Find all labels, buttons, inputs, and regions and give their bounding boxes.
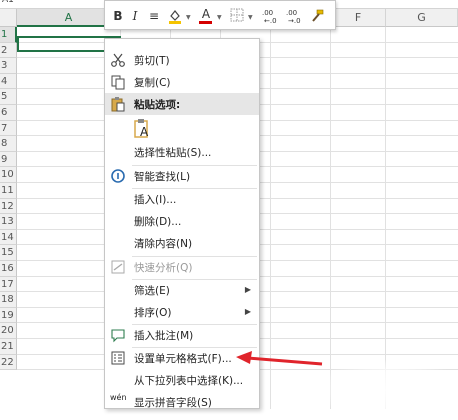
menu-item-paste-options: 粘贴选项: bbox=[105, 93, 259, 115]
menu-item-paste-special[interactable]: 选择性粘贴(S)... bbox=[105, 141, 259, 163]
menu-item-copy[interactable]: 复制(C) bbox=[105, 71, 259, 93]
menu-label-clear-contents: 清除内容(N) bbox=[134, 238, 193, 250]
format-cells-icon bbox=[111, 351, 125, 365]
gridline bbox=[385, 27, 386, 409]
watermark-glow bbox=[320, 360, 458, 420]
column-header-f[interactable]: F bbox=[331, 9, 386, 27]
row-header-7[interactable]: 7 bbox=[0, 120, 17, 137]
svg-text:←.0: ←.0 bbox=[264, 17, 277, 24]
copy-icon bbox=[111, 75, 125, 90]
svg-text:→.0: →.0 bbox=[288, 17, 301, 24]
row-header-18[interactable]: 18 bbox=[0, 292, 17, 308]
menu-item-sort[interactable]: 排序(O) ▶ bbox=[105, 301, 259, 323]
menu-label-insert-comment: 插入批注(M) bbox=[134, 330, 194, 342]
row-header-22[interactable]: 22 bbox=[0, 354, 17, 371]
menu-item-smart-lookup[interactable]: 智能查找(L) bbox=[105, 165, 259, 187]
menu-label-sort: 排序(O) bbox=[134, 307, 172, 319]
menu-label-phonetic: 显示拼音字段(S) bbox=[134, 397, 212, 409]
gridline bbox=[330, 27, 331, 409]
font-color-bar bbox=[199, 21, 212, 24]
quick-analysis-icon bbox=[111, 260, 125, 274]
menu-item-cut[interactable]: 剪切(T) bbox=[105, 49, 259, 71]
svg-text:.00: .00 bbox=[286, 9, 297, 17]
decrease-decimal-button[interactable]: .00 →.0 bbox=[285, 8, 303, 25]
row-header-15[interactable]: 15 bbox=[0, 245, 17, 261]
row-header-2[interactable]: 2 bbox=[0, 42, 17, 59]
menu-label-filter: 筛选(E) bbox=[134, 285, 170, 297]
row-header-13[interactable]: 13 bbox=[0, 214, 17, 230]
mini-toolbar: B I ≡ ▼ A ▼ ▼ .00 ←.0 .00 →.0 bbox=[104, 0, 336, 30]
menu-label-pick-from-list: 从下拉列表中选择(K)... bbox=[134, 375, 244, 387]
menu-item-quick-analysis: 快速分析(Q) bbox=[105, 256, 259, 278]
column-header-g[interactable]: G bbox=[386, 9, 458, 27]
menu-label-paste-special: 选择性粘贴(S)... bbox=[134, 147, 212, 159]
borders-icon bbox=[230, 8, 244, 22]
italic-button[interactable]: I bbox=[129, 8, 141, 24]
borders-button[interactable] bbox=[229, 8, 245, 24]
row-header-6[interactable]: 6 bbox=[0, 105, 17, 121]
phonetic-icon-text: wén bbox=[110, 393, 127, 402]
paste-values-button[interactable]: A bbox=[132, 117, 152, 141]
menu-label-cut: 剪切(T) bbox=[134, 55, 170, 67]
row-header-20[interactable]: 20 bbox=[0, 323, 17, 339]
menu-label-insert: 插入(I)... bbox=[134, 194, 177, 206]
row-header-9[interactable]: 9 bbox=[0, 151, 17, 168]
menu-item-clear-contents[interactable]: 清除内容(N) bbox=[105, 232, 259, 254]
row-header-12[interactable]: 12 bbox=[0, 198, 17, 215]
row-header-8[interactable]: 8 bbox=[0, 136, 17, 152]
name-box-value: A1 bbox=[2, 0, 14, 5]
row-header-17[interactable]: 17 bbox=[0, 276, 17, 293]
row-header-4[interactable]: 4 bbox=[0, 73, 17, 90]
increase-decimal-button[interactable]: .00 ←.0 bbox=[261, 8, 279, 25]
format-painter-icon bbox=[312, 9, 324, 22]
paste-icon bbox=[111, 97, 125, 112]
annotation-arrow bbox=[236, 351, 323, 366]
menu-label-copy: 复制(C) bbox=[134, 77, 171, 89]
svg-text:.00: .00 bbox=[262, 9, 273, 17]
row-header-1[interactable]: 1 bbox=[0, 27, 17, 43]
fill-color-button[interactable] bbox=[167, 8, 183, 24]
bold-button[interactable]: B bbox=[111, 8, 125, 24]
menu-label-delete: 删除(D)... bbox=[134, 216, 182, 228]
row-header-16[interactable]: 16 bbox=[0, 261, 17, 277]
scissors-icon bbox=[111, 53, 125, 67]
menu-item-filter[interactable]: 筛选(E) ▶ bbox=[105, 279, 259, 301]
menu-label-smart-lookup: 智能查找(L) bbox=[134, 171, 191, 183]
menu-item-insert-comment[interactable]: 插入批注(M) bbox=[105, 324, 259, 346]
increase-decimal-icon: .00 ←.0 bbox=[262, 9, 277, 25]
row-header-21[interactable]: 21 bbox=[0, 339, 17, 355]
row-header-5[interactable]: 5 bbox=[0, 89, 17, 105]
submenu-arrow-icon: ▶ bbox=[244, 285, 251, 294]
format-painter-button[interactable] bbox=[309, 8, 325, 24]
font-color-dropdown-icon[interactable]: ▼ bbox=[217, 14, 222, 21]
fill-bucket-icon bbox=[169, 10, 181, 24]
row-header-14[interactable]: 14 bbox=[0, 229, 17, 246]
menu-label-format-cells: 设置单元格格式(F)... bbox=[134, 353, 232, 365]
row-header-11[interactable]: 11 bbox=[0, 183, 17, 199]
font-color-button[interactable]: A bbox=[199, 8, 213, 24]
phonetic-icon: wén bbox=[110, 393, 127, 410]
borders-dropdown-icon[interactable]: ▼ bbox=[248, 14, 253, 21]
menu-item-pick-from-list[interactable]: 从下拉列表中选择(K)... bbox=[105, 369, 259, 391]
row-header-19[interactable]: 19 bbox=[0, 307, 17, 324]
select-all-corner[interactable] bbox=[0, 9, 17, 27]
smart-lookup-icon bbox=[111, 169, 125, 183]
submenu-arrow-icon: ▶ bbox=[244, 307, 251, 316]
row-header-3[interactable]: 3 bbox=[0, 58, 17, 74]
font-color-glyph: A bbox=[201, 7, 211, 21]
fill-color-dropdown-icon[interactable]: ▼ bbox=[186, 14, 191, 21]
comment-icon bbox=[111, 329, 125, 343]
menu-item-delete[interactable]: 删除(D)... bbox=[105, 210, 259, 232]
menu-item-insert[interactable]: 插入(I)... bbox=[105, 188, 259, 210]
menu-label-quick-analysis: 快速分析(Q) bbox=[134, 262, 193, 274]
menu-label-paste-options: 粘贴选项: bbox=[134, 99, 181, 111]
align-button[interactable]: ≡ bbox=[147, 8, 161, 24]
row-header-10[interactable]: 10 bbox=[0, 167, 17, 183]
decrease-decimal-icon: .00 →.0 bbox=[286, 9, 301, 25]
paste-glyph: A bbox=[140, 125, 149, 139]
menu-item-phonetic[interactable]: wén 显示拼音字段(S) bbox=[105, 391, 259, 413]
